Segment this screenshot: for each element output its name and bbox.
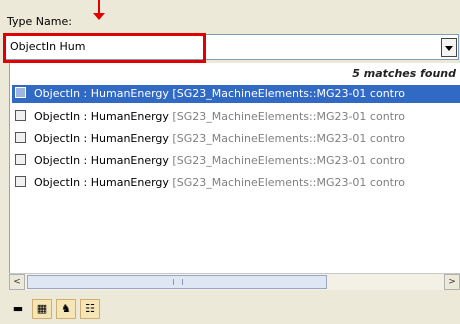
list-item-name: ObjectIn : HumanEnergy [34,87,169,100]
list-item[interactable]: ObjectIn : HumanEnergy [SG23_MachineElem… [12,130,460,148]
list-item-namespace: [SG23_MachineElements::MG23-01 contro [172,87,405,100]
filter-icon[interactable]: ♞ [56,299,76,319]
type-name-combobox[interactable] [4,34,459,60]
list-item-namespace: [SG23_MachineElements::MG23-01 contro [172,176,405,189]
annotation-arrow-icon [93,0,105,20]
scroll-left-button[interactable]: < [9,274,25,290]
type-icon [15,132,26,143]
list-item-name: ObjectIn : HumanEnergy [34,154,169,167]
type-icon [15,110,26,121]
results-list[interactable]: 5 matches found ObjectIn : HumanEnergy [… [9,63,460,290]
options-icon[interactable]: ☷ [80,299,100,319]
list-item-namespace: [SG23_MachineElements::MG23-01 contro [172,132,405,145]
type-search-panel: Type Name: 5 matches found ObjectIn : Hu… [0,0,460,324]
list-item[interactable]: ObjectIn : HumanEnergy [SG23_MachineElem… [12,85,460,103]
type-name-label: Type Name: [7,15,72,28]
list-item-namespace: [SG23_MachineElements::MG23-01 contro [172,110,405,123]
list-item-name: ObjectIn : HumanEnergy [34,176,169,189]
type-icon [15,154,26,165]
list-item[interactable]: ObjectIn : HumanEnergy [SG23_MachineElem… [12,174,460,192]
dropdown-arrow-button[interactable] [441,38,457,57]
type-icon [15,176,26,187]
type-name-input[interactable] [10,40,410,53]
list-item[interactable]: ObjectIn : HumanEnergy [SG23_MachineElem… [12,108,460,126]
find-in-model-icon[interactable]: ▦ [32,299,52,319]
match-count-label: 5 matches found [352,67,456,80]
bottom-toolbar: ▬ ▦ ♞ ☷ [0,296,460,324]
list-item-namespace: [SG23_MachineElements::MG23-01 contro [172,154,405,167]
list-item[interactable]: ObjectIn : HumanEnergy [SG23_MachineElem… [12,152,460,170]
scroll-thumb[interactable] [27,275,327,289]
horizontal-scrollbar[interactable]: < > [9,273,460,290]
scroll-right-button[interactable]: > [444,274,460,290]
type-icon [15,87,26,98]
save-icon[interactable]: ▬ [8,299,28,319]
list-item-name: ObjectIn : HumanEnergy [34,132,169,145]
list-item-name: ObjectIn : HumanEnergy [34,110,169,123]
